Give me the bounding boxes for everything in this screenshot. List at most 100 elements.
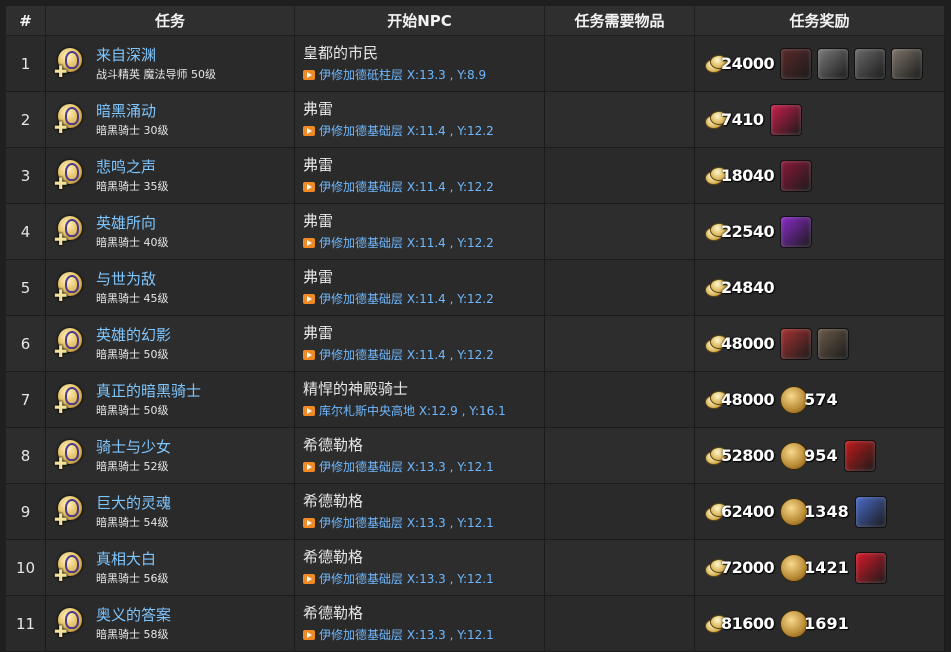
reward-item-icon[interactable] (817, 47, 850, 80)
npc-name: 精悍的神殿骑士 (303, 380, 409, 398)
reward-item-icon[interactable] (843, 439, 876, 472)
required-items-cell (545, 36, 695, 92)
quest-name-link[interactable]: 英雄的幻影 (96, 326, 171, 345)
reward-item-icon[interactable] (854, 551, 887, 584)
token-amount: 574 (804, 390, 838, 409)
npc-location-text: 伊修加德基础层 X:13.3 , Y:12.1 (319, 460, 494, 474)
npc-location-text: 伊修加德基础层 X:11.4 , Y:12.2 (319, 348, 494, 362)
header-items[interactable]: 任务需要物品 (545, 6, 695, 36)
quest-name-link[interactable]: 与世为敌 (96, 270, 169, 289)
reward-token: 1348 (780, 497, 849, 526)
npc-location-link[interactable]: 伊修加德基础层 X:11.4 , Y:12.2 (303, 178, 544, 195)
npc-location-link[interactable]: 伊修加德基础层 X:11.4 , Y:12.2 (303, 122, 544, 139)
reward-item-icon[interactable] (780, 159, 813, 192)
quest-type-icon: ✚ (54, 102, 86, 138)
gil-amount: 24840 (721, 278, 775, 297)
reward-item-icon[interactable] (780, 215, 813, 248)
table-row: 4 ✚ 英雄所向 暗黑骑士 40级 弗雷 伊修加德基础层 X:11.4 , Y:… (6, 204, 945, 260)
map-marker-icon (303, 349, 315, 360)
table-row: 9 ✚ 巨大的灵魂 暗黑骑士 54级 希德勒格 伊修加德基础层 X:13.3 ,… (6, 484, 945, 540)
reward-gil: 81600 (705, 614, 775, 633)
quest-name-link[interactable]: 暗黑涌动 (96, 102, 169, 121)
quest-name-link[interactable]: 悲鸣之声 (96, 158, 169, 177)
reward-cell: 48000 (695, 316, 945, 372)
quest-name-link[interactable]: 真正的暗黑骑士 (96, 382, 201, 401)
quest-name-link[interactable]: 真相大白 (96, 550, 169, 569)
quest-requirement: 暗黑骑士 30级 (96, 123, 169, 137)
table-row: 7 ✚ 真正的暗黑骑士 暗黑骑士 50级 精悍的神殿骑士 库尔札斯中央高地 X:… (6, 372, 945, 428)
gil-amount: 18040 (721, 166, 775, 185)
npc-location-link[interactable]: 伊修加德砥柱层 X:13.3 , Y:8.9 (303, 66, 544, 83)
map-marker-icon (303, 69, 315, 80)
row-number: 9 (6, 484, 46, 540)
quest-requirement: 暗黑骑士 58级 (96, 627, 169, 641)
npc-location-link[interactable]: 伊修加德基础层 X:11.4 , Y:12.2 (303, 346, 544, 363)
npc-location-link[interactable]: 伊修加德基础层 X:13.3 , Y:12.1 (303, 514, 544, 531)
reward-item-icon[interactable] (769, 103, 802, 136)
gil-amount: 48000 (721, 390, 775, 409)
quest-type-icon: ✚ (54, 214, 86, 250)
gil-amount: 81600 (721, 614, 775, 633)
reward-gil: 24840 (705, 278, 775, 297)
quest-requirement: 暗黑骑士 56级 (96, 571, 169, 585)
quest-requirement: 暗黑骑士 54级 (96, 515, 169, 529)
reward-item-icon[interactable] (891, 47, 924, 80)
row-number: 1 (6, 36, 46, 92)
quest-name-link[interactable]: 奥义的答案 (96, 606, 171, 625)
quest-requirement: 暗黑骑士 40级 (96, 235, 169, 249)
npc-cell: 希德勒格 伊修加德基础层 X:13.3 , Y:12.1 (295, 484, 545, 540)
quest-cell: ✚ 暗黑涌动 暗黑骑士 30级 (46, 92, 295, 148)
table-row: 2 ✚ 暗黑涌动 暗黑骑士 30级 弗雷 伊修加德基础层 X:11.4 , Y:… (6, 92, 945, 148)
npc-location-text: 伊修加德基础层 X:11.4 , Y:12.2 (319, 292, 494, 306)
npc-location-link[interactable]: 伊修加德基础层 X:11.4 , Y:12.2 (303, 290, 544, 307)
npc-cell: 弗雷 伊修加德基础层 X:11.4 , Y:12.2 (295, 260, 545, 316)
reward-item-icon[interactable] (854, 47, 887, 80)
table-row: 8 ✚ 骑士与少女 暗黑骑士 52级 希德勒格 伊修加德基础层 X:13.3 ,… (6, 428, 945, 484)
quest-requirement: 暗黑骑士 45级 (96, 291, 169, 305)
header-reward[interactable]: 任务奖励 (695, 6, 945, 36)
reward-token: 1691 (780, 609, 849, 638)
npc-location-link[interactable]: 伊修加德基础层 X:13.3 , Y:12.1 (303, 458, 544, 475)
reward-item-icon[interactable] (780, 47, 813, 80)
table-row: 11 ✚ 奥义的答案 暗黑骑士 58级 希德勒格 伊修加德基础层 X:13.3 … (6, 596, 945, 652)
reward-gil: 48000 (705, 334, 775, 353)
npc-location-text: 伊修加德基础层 X:13.3 , Y:12.1 (319, 516, 494, 530)
quest-name-link[interactable]: 巨大的灵魂 (96, 494, 171, 513)
header-num[interactable]: # (6, 6, 46, 36)
quest-type-icon: ✚ (54, 606, 86, 642)
quest-type-icon: ✚ (54, 550, 86, 586)
table-row: 5 ✚ 与世为敌 暗黑骑士 45级 弗雷 伊修加德基础层 X:11.4 , Y:… (6, 260, 945, 316)
token-amount: 954 (804, 446, 838, 465)
reward-item-icon[interactable] (854, 495, 887, 528)
row-number: 7 (6, 372, 46, 428)
npc-cell: 弗雷 伊修加德基础层 X:11.4 , Y:12.2 (295, 148, 545, 204)
map-marker-icon (303, 573, 315, 584)
required-items-cell (545, 596, 695, 652)
header-npc[interactable]: 开始NPC (295, 6, 545, 36)
npc-name: 皇都的市民 (303, 44, 379, 62)
reward-item-icon[interactable] (817, 327, 850, 360)
npc-location-link[interactable]: 库尔札斯中央高地 X:12.9 , Y:16.1 (303, 402, 544, 419)
quest-name-link[interactable]: 骑士与少女 (96, 438, 171, 457)
reward-cell: 24840 (695, 260, 945, 316)
map-marker-icon (303, 237, 315, 248)
npc-location-link[interactable]: 伊修加德基础层 X:13.3 , Y:12.1 (303, 626, 544, 643)
quest-name-link[interactable]: 来自深渊 (96, 46, 216, 65)
gil-amount: 7410 (721, 110, 764, 129)
header-quest[interactable]: 任务 (46, 6, 295, 36)
required-items-cell (545, 204, 695, 260)
token-amount: 1348 (804, 502, 849, 521)
quest-cell: ✚ 骑士与少女 暗黑骑士 52级 (46, 428, 295, 484)
required-items-cell (545, 92, 695, 148)
map-marker-icon (303, 293, 315, 304)
required-items-cell (545, 484, 695, 540)
npc-location-link[interactable]: 伊修加德基础层 X:13.3 , Y:12.1 (303, 570, 544, 587)
reward-item-icon[interactable] (780, 327, 813, 360)
reward-gil: 62400 (705, 502, 775, 521)
reward-gil: 52800 (705, 446, 775, 465)
npc-cell: 希德勒格 伊修加德基础层 X:13.3 , Y:12.1 (295, 428, 545, 484)
npc-location-link[interactable]: 伊修加德基础层 X:11.4 , Y:12.2 (303, 234, 544, 251)
gil-amount: 72000 (721, 558, 775, 577)
row-number: 2 (6, 92, 46, 148)
quest-name-link[interactable]: 英雄所向 (96, 214, 169, 233)
